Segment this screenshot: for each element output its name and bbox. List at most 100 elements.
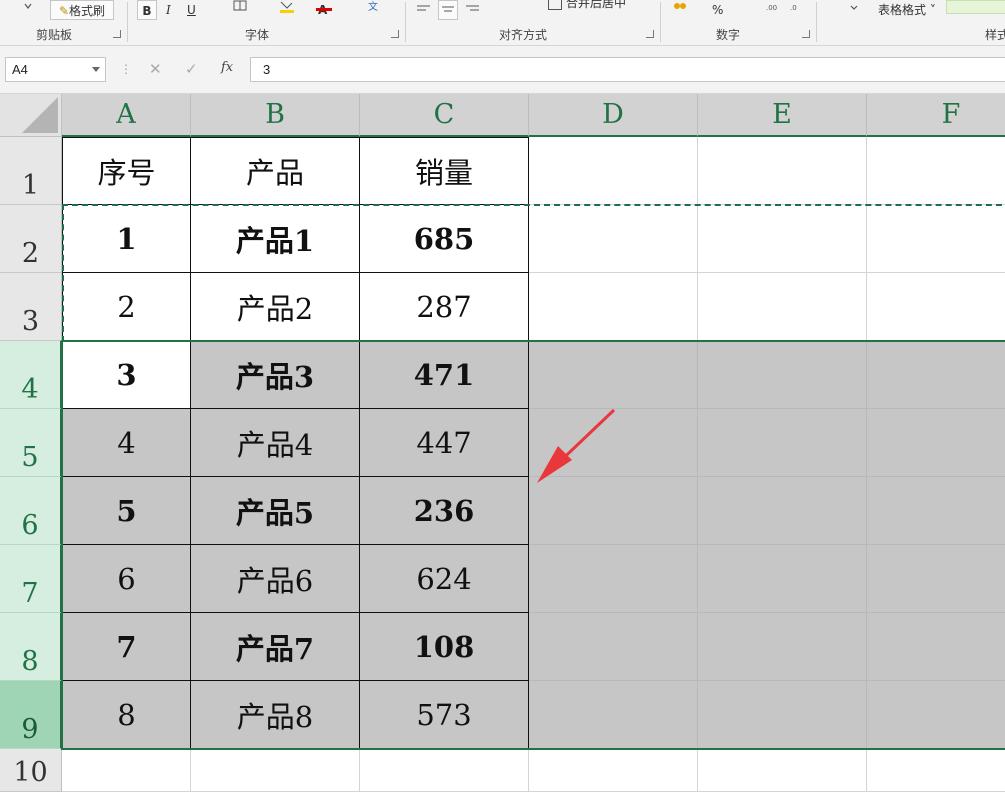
cell-d8[interactable]	[529, 613, 698, 681]
table-format-button[interactable]: 表格格式 ˅	[878, 0, 944, 20]
align-left-icon[interactable]	[416, 0, 432, 20]
cell-c6[interactable]: 236	[360, 477, 529, 545]
italic-button[interactable]: I	[166, 0, 176, 20]
cell-d6[interactable]	[529, 477, 698, 545]
cell-a9[interactable]: 8	[62, 681, 191, 749]
cell-a6[interactable]: 5	[62, 477, 191, 545]
underline-button[interactable]: U	[187, 0, 197, 20]
cell-d9[interactable]	[529, 681, 698, 749]
cell-f2[interactable]	[867, 205, 1005, 273]
cell-f1[interactable]	[867, 137, 1005, 205]
cell-b8[interactable]: 产品7	[191, 613, 360, 681]
column-header-c[interactable]: C	[360, 94, 529, 137]
cell-d10[interactable]	[529, 749, 698, 792]
format-painter-button[interactable]: ✎格式刷	[50, 0, 114, 20]
cell-c9[interactable]: 573	[360, 681, 529, 749]
phonetic-icon[interactable]: 文	[366, 0, 380, 20]
cell-c5[interactable]: 447	[360, 409, 529, 477]
name-box[interactable]: A4	[5, 57, 106, 82]
cell-style-preview[interactable]	[946, 0, 1005, 14]
paste-dropdown-icon[interactable]	[22, 0, 34, 20]
cell-d5[interactable]	[529, 409, 698, 477]
row-header-9[interactable]: 9	[0, 681, 62, 749]
row-header-5[interactable]: 5	[0, 409, 62, 477]
cell-b5[interactable]: 产品4	[191, 409, 360, 477]
column-header-a[interactable]: A	[62, 94, 191, 137]
align-right-icon[interactable]	[464, 0, 480, 20]
row-header-7[interactable]: 7	[0, 545, 62, 613]
chevron-down-icon[interactable]	[92, 67, 100, 72]
cell-a4[interactable]: 3	[62, 341, 191, 409]
cell-b2[interactable]: 产品1	[191, 205, 360, 273]
cell-b9[interactable]: 产品8	[191, 681, 360, 749]
borders-icon[interactable]	[232, 0, 252, 20]
cell-e1[interactable]	[698, 137, 867, 205]
cell-f7[interactable]	[867, 545, 1005, 613]
insert-function-button[interactable]: fx	[221, 60, 233, 75]
cell-e6[interactable]	[698, 477, 867, 545]
enter-icon[interactable]: ✓	[185, 60, 198, 78]
dialog-launcher-icon[interactable]	[802, 30, 810, 38]
decrease-decimal-icon[interactable]: .0	[790, 0, 806, 20]
cell-e8[interactable]	[698, 613, 867, 681]
cell-c1[interactable]: 销量	[360, 137, 529, 205]
dialog-launcher-icon[interactable]	[646, 30, 654, 38]
column-header-b[interactable]: B	[191, 94, 360, 137]
cell-f8[interactable]	[867, 613, 1005, 681]
formula-input[interactable]: 3	[250, 57, 1005, 82]
cell-b3[interactable]: 产品2	[191, 273, 360, 341]
cell-f10[interactable]	[867, 749, 1005, 792]
cell-c8[interactable]: 108	[360, 613, 529, 681]
cell-a5[interactable]: 4	[62, 409, 191, 477]
cell-e5[interactable]	[698, 409, 867, 477]
cell-c2[interactable]: 685	[360, 205, 529, 273]
cell-e3[interactable]	[698, 273, 867, 341]
cell-a1[interactable]: 序号	[62, 137, 191, 205]
cell-c4[interactable]: 471	[360, 341, 529, 409]
cell-b4[interactable]: 产品3	[191, 341, 360, 409]
cancel-icon[interactable]: ✕	[149, 60, 162, 78]
cell-d3[interactable]	[529, 273, 698, 341]
cell-a7[interactable]: 6	[62, 545, 191, 613]
cell-c3[interactable]: 287	[360, 273, 529, 341]
cell-a3[interactable]: 2	[62, 273, 191, 341]
cell-f3[interactable]	[867, 273, 1005, 341]
bold-button[interactable]: B	[137, 0, 157, 20]
dialog-launcher-icon[interactable]	[391, 30, 399, 38]
cell-c10[interactable]	[360, 749, 529, 792]
merge-center-button[interactable]: 合并后居中	[548, 0, 648, 13]
cell-d4[interactable]	[529, 341, 698, 409]
row-header-8[interactable]: 8	[0, 613, 62, 681]
conditional-format-dropdown-icon[interactable]	[848, 0, 860, 20]
cell-d1[interactable]	[529, 137, 698, 205]
fill-color-icon[interactable]	[278, 0, 298, 20]
column-header-e[interactable]: E	[698, 94, 867, 137]
cell-e10[interactable]	[698, 749, 867, 792]
row-header-10[interactable]: 10	[0, 749, 62, 792]
cell-c7[interactable]: 624	[360, 545, 529, 613]
cell-b6[interactable]: 产品5	[191, 477, 360, 545]
cell-f6[interactable]	[867, 477, 1005, 545]
row-header-1[interactable]: 1	[0, 137, 62, 205]
cell-e9[interactable]	[698, 681, 867, 749]
column-header-d[interactable]: D	[529, 94, 698, 137]
column-header-f[interactable]: F	[867, 94, 1005, 137]
row-header-2[interactable]: 2	[0, 205, 62, 273]
percent-button[interactable]: %	[712, 0, 726, 20]
cell-b7[interactable]: 产品6	[191, 545, 360, 613]
cell-a10[interactable]	[62, 749, 191, 792]
cell-a8[interactable]: 7	[62, 613, 191, 681]
increase-decimal-icon[interactable]: .00	[766, 0, 782, 20]
align-center-icon[interactable]	[438, 0, 458, 20]
cell-e7[interactable]	[698, 545, 867, 613]
cell-f4[interactable]	[867, 341, 1005, 409]
cell-a2[interactable]: 1	[62, 205, 191, 273]
cell-e4[interactable]	[698, 341, 867, 409]
row-header-4[interactable]: 4	[0, 341, 62, 409]
select-all-corner[interactable]	[0, 94, 62, 137]
number-format-icon[interactable]	[672, 0, 688, 20]
cell-d7[interactable]	[529, 545, 698, 613]
cell-f5[interactable]	[867, 409, 1005, 477]
row-header-6[interactable]: 6	[0, 477, 62, 545]
row-header-3[interactable]: 3	[0, 273, 62, 341]
